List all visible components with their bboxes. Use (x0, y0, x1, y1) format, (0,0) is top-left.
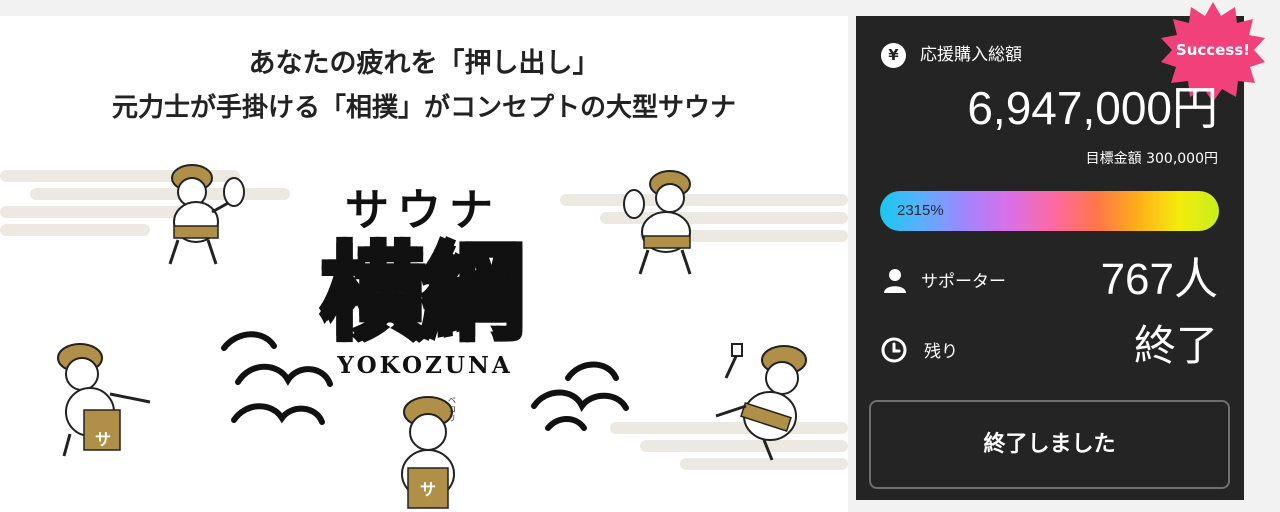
total-amount-label: 応援購入総額 (920, 45, 1022, 65)
headline-line-2: 元力士が手掛ける「相撲」がコンセプトの大型サウナ (111, 93, 736, 123)
sfx-text: ペコリ (448, 396, 456, 423)
success-badge-label: Success! (1175, 41, 1251, 59)
logo-sauna-text: サウナ (345, 185, 501, 236)
yen-icon: ¥ (881, 43, 906, 68)
clock-icon (881, 337, 907, 363)
wrestler-illustration-top-right (623, 170, 692, 275)
headline: あなたの疲れを「押し出し」 元力士が手掛ける「相撲」がコンセプトの大型サウナ (0, 42, 848, 130)
wrestler-illustration-right (715, 343, 807, 461)
project-ended-button[interactable]: 終了しました (869, 400, 1230, 489)
goal-amount: 目標金額 300,000円 (1085, 151, 1218, 167)
apron-mark-bottom: サ (419, 480, 436, 499)
supporters-count: 767人 (1100, 255, 1218, 304)
apron-mark-left: サ (94, 430, 111, 449)
wrestler-illustration-top-left (168, 164, 245, 265)
ink-cloud-right (531, 361, 629, 431)
user-icon (884, 269, 906, 293)
headline-line-1: あなたの疲れを「押し出し」 (248, 48, 600, 79)
remaining-label: 残り (924, 342, 958, 362)
supporters-label: サポーター (921, 272, 1006, 292)
progress-percent-label: 2315% (897, 202, 944, 219)
project-hero-image: あなたの疲れを「押し出し」 元力士が手掛ける「相撲」がコンセプトの大型サウナ サ… (0, 16, 848, 512)
total-amount-value: 6,947,000円 (967, 82, 1218, 134)
ink-cloud-left (221, 331, 333, 425)
remaining-value: 終了 (1133, 321, 1218, 370)
